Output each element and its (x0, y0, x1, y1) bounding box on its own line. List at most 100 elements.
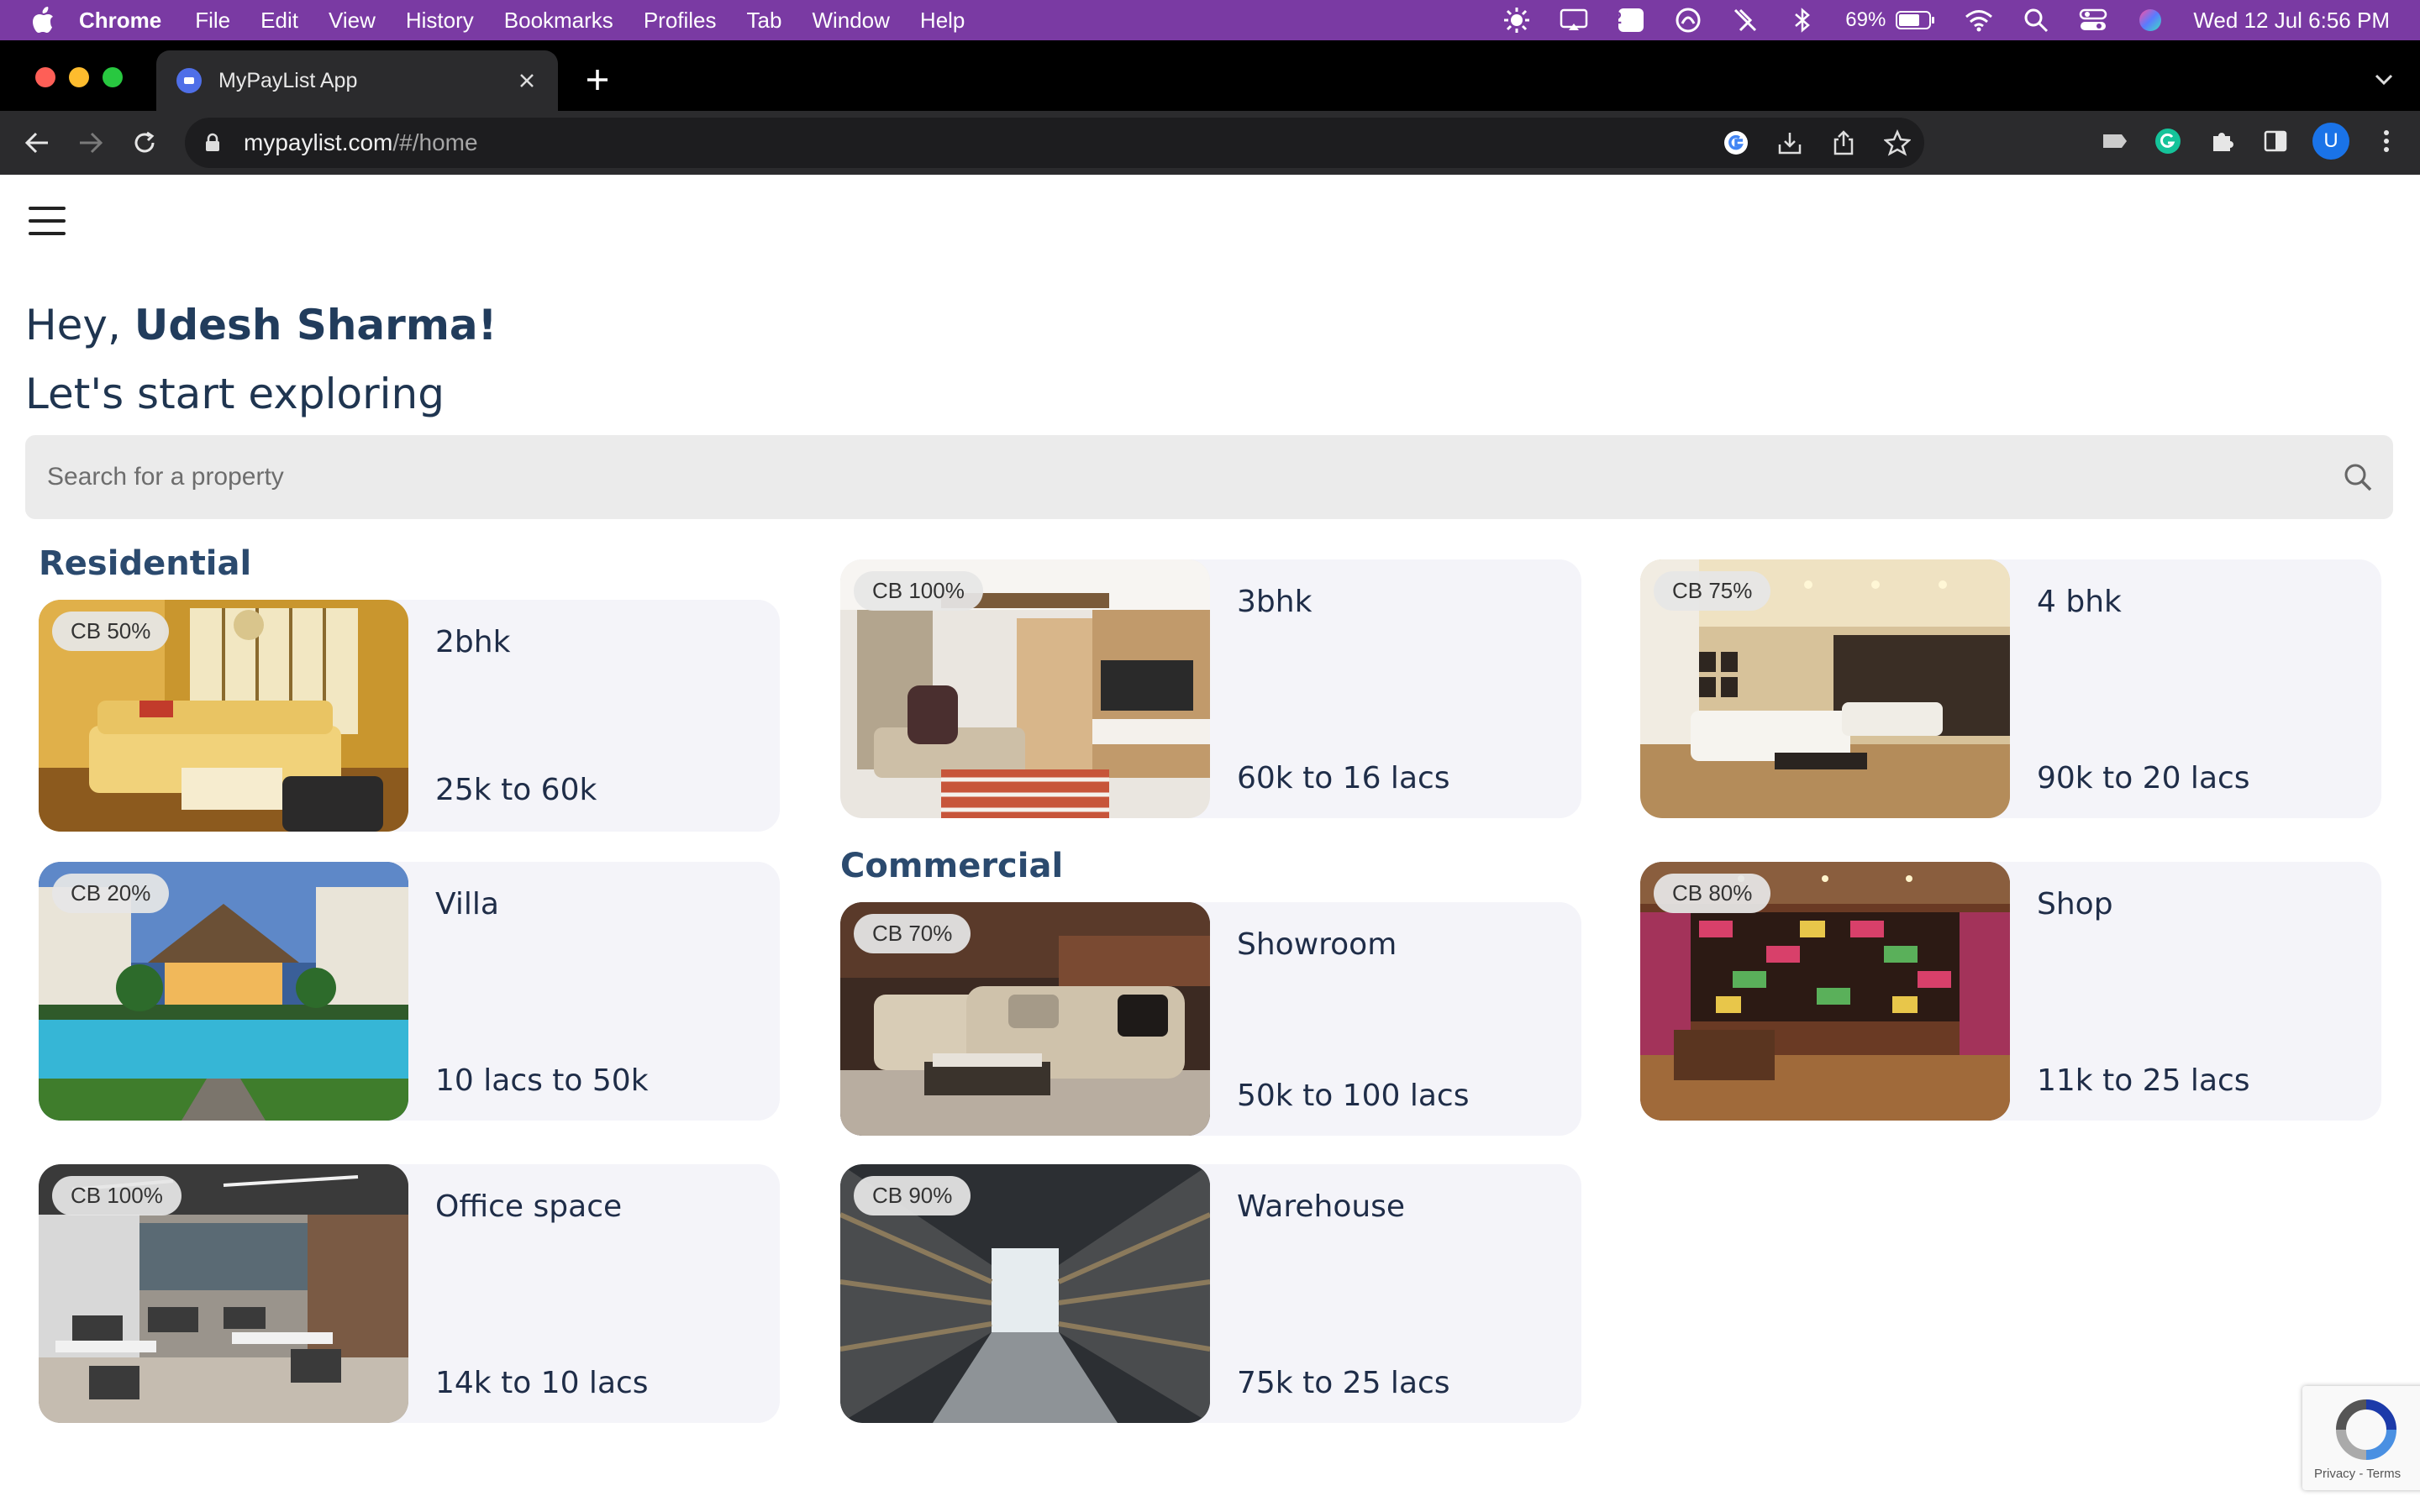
battery-percent: 69% (1845, 8, 1886, 31)
property-card-warehouse[interactable]: CB 90% Warehouse 75k to 25 lacs (840, 1164, 1581, 1423)
grammarly-icon[interactable] (2151, 124, 2185, 158)
menu-help[interactable]: Help (920, 8, 965, 34)
cashback-badge: CB 100% (52, 1176, 182, 1215)
browser-tab-active[interactable]: MyPayList App (156, 50, 558, 111)
chrome-menu-kebab-icon[interactable] (2370, 124, 2403, 158)
card-title: Showroom (1237, 927, 1397, 962)
menu-history[interactable]: History (406, 8, 474, 34)
property-card-villa[interactable]: CB 20% Villa 10 lacs to 50k (39, 862, 780, 1121)
app-page: Hey, Udesh Sharma! Let's start exploring… (0, 175, 2420, 1512)
card-title: Shop (2037, 887, 2113, 921)
reload-icon[interactable] (128, 126, 161, 160)
address-bar-actions (1699, 126, 1914, 160)
tab-search-chevron-down-icon[interactable] (2371, 67, 2396, 92)
cashback-badge: CB 75% (1654, 571, 1771, 611)
menu-bookmarks[interactable]: Bookmarks (504, 8, 613, 34)
wifi-icon[interactable] (1965, 6, 1993, 34)
card-price-range: 50k to 100 lacs (1237, 1079, 1470, 1113)
screen-mirroring-icon[interactable] (1560, 6, 1588, 34)
browser-toolbar: mypaylist.com/#/home U (0, 111, 2420, 175)
address-bar[interactable]: mypaylist.com/#/home (185, 118, 1924, 168)
property-search-bar (25, 435, 2393, 519)
property-card-showroom[interactable]: CB 70% Showroom 50k to 100 lacs (840, 902, 1581, 1136)
property-card-3bhk[interactable]: CB 100% 3bhk 60k to 16 lacs (840, 559, 1581, 818)
card-price-range: 10 lacs to 50k (435, 1063, 649, 1098)
search-icon[interactable] (2339, 459, 2376, 496)
site-favicon-icon (176, 68, 202, 93)
forward-arrow-icon[interactable] (74, 126, 108, 160)
siri-icon[interactable] (2136, 6, 2165, 34)
cashback-badge: CB 90% (854, 1176, 971, 1215)
window-zoom-button[interactable] (103, 67, 123, 87)
menu-app-name[interactable]: Chrome (79, 8, 161, 34)
apple-icon[interactable] (32, 7, 55, 33)
control-center-icon[interactable] (2079, 6, 2107, 34)
bookmark-star-icon[interactable] (1881, 126, 1914, 160)
menu-profiles[interactable]: Profiles (644, 8, 717, 34)
property-card-shop[interactable]: CB 80% Shop 11k to 25 lacs (1640, 862, 2381, 1121)
user-name: Udesh Sharma! (134, 301, 497, 349)
window-close-button[interactable] (35, 67, 55, 87)
share-icon[interactable] (1827, 126, 1860, 160)
card-title: Office space (435, 1189, 623, 1224)
menu-file[interactable]: File (195, 8, 230, 34)
bluetooth-icon[interactable] (1788, 6, 1817, 34)
menu-edit[interactable]: Edit (260, 8, 298, 34)
url-host: mypaylist.com (244, 129, 393, 155)
card-price-range: 11k to 25 lacs (2037, 1063, 2250, 1098)
tab-title: MyPayList App (218, 68, 358, 92)
card-price-range: 75k to 25 lacs (1237, 1366, 1450, 1400)
property-card-4bhk[interactable]: CB 75% 4 bhk 90k to 20 lacs (1640, 559, 2381, 818)
card-title: 3bhk (1237, 585, 1313, 619)
macos-menu-bar: Chrome File Edit View History Bookmarks … (0, 0, 2420, 40)
extensions-area: U (2077, 123, 2403, 160)
do-not-disturb-icon[interactable] (1731, 6, 1760, 34)
menu-view[interactable]: View (329, 8, 376, 34)
card-title: 2bhk (435, 625, 511, 659)
greeting: Hey, Udesh Sharma! (25, 301, 497, 349)
cashback-badge: CB 20% (52, 874, 170, 913)
property-card-office-space[interactable]: CB 100% Office space 14k to 10 lacs (39, 1164, 780, 1423)
browser-tab-strip: MyPayList App (0, 40, 2420, 111)
tab-close-icon[interactable] (514, 68, 539, 93)
sun-icon[interactable] (1502, 6, 1531, 34)
card-price-range: 25k to 60k (435, 773, 597, 807)
card-price-range: 60k to 16 lacs (1237, 761, 1450, 795)
profile-avatar[interactable]: U (2312, 123, 2349, 160)
cashback-badge: CB 50% (52, 612, 170, 651)
menubar-clock[interactable]: Wed 12 Jul 6:56 PM (2193, 8, 2390, 34)
extension-tag-icon[interactable] (2097, 124, 2131, 158)
side-panel-icon[interactable] (2259, 124, 2292, 158)
extensions-puzzle-icon[interactable] (2205, 124, 2238, 158)
greeting-prefix: Hey, (25, 301, 134, 349)
battery-icon[interactable] (1896, 6, 1936, 34)
cashback-badge: CB 100% (854, 571, 983, 611)
page-subheading: Let's start exploring (25, 370, 445, 418)
calendar-badge-number: 12 (1602, 9, 1623, 28)
recaptcha-logo-icon (2334, 1398, 2398, 1462)
card-price-range: 90k to 20 lacs (2037, 761, 2250, 795)
recaptcha-links[interactable]: Privacy - Terms (2314, 1467, 2401, 1481)
recaptcha-badge[interactable]: Privacy - Terms (2302, 1386, 2420, 1490)
cashback-badge: CB 70% (854, 914, 971, 953)
url-path: /#/home (392, 129, 478, 155)
section-title-residential: Residential (39, 544, 252, 583)
spotlight-search-icon[interactable] (2022, 6, 2050, 34)
menu-window[interactable]: Window (812, 8, 889, 34)
lock-icon[interactable] (200, 130, 225, 155)
install-app-icon[interactable] (1773, 126, 1807, 160)
card-title: 4 bhk (2037, 585, 2122, 619)
menu-tab[interactable]: Tab (747, 8, 782, 34)
section-title-commercial: Commercial (840, 847, 1064, 885)
back-arrow-icon[interactable] (20, 126, 54, 160)
new-tab-plus-icon[interactable] (583, 66, 612, 94)
arc-icon[interactable] (1674, 6, 1702, 34)
window-minimize-button[interactable] (69, 67, 89, 87)
hamburger-menu-icon[interactable] (29, 207, 66, 235)
card-title: Warehouse (1237, 1189, 1406, 1224)
google-lens-icon[interactable] (1719, 126, 1753, 160)
card-title: Villa (435, 887, 499, 921)
cashback-badge: CB 80% (1654, 874, 1771, 913)
property-search-input[interactable] (45, 462, 2233, 492)
property-card-2bhk[interactable]: CB 50% 2bhk 25k to 60k (39, 600, 780, 832)
